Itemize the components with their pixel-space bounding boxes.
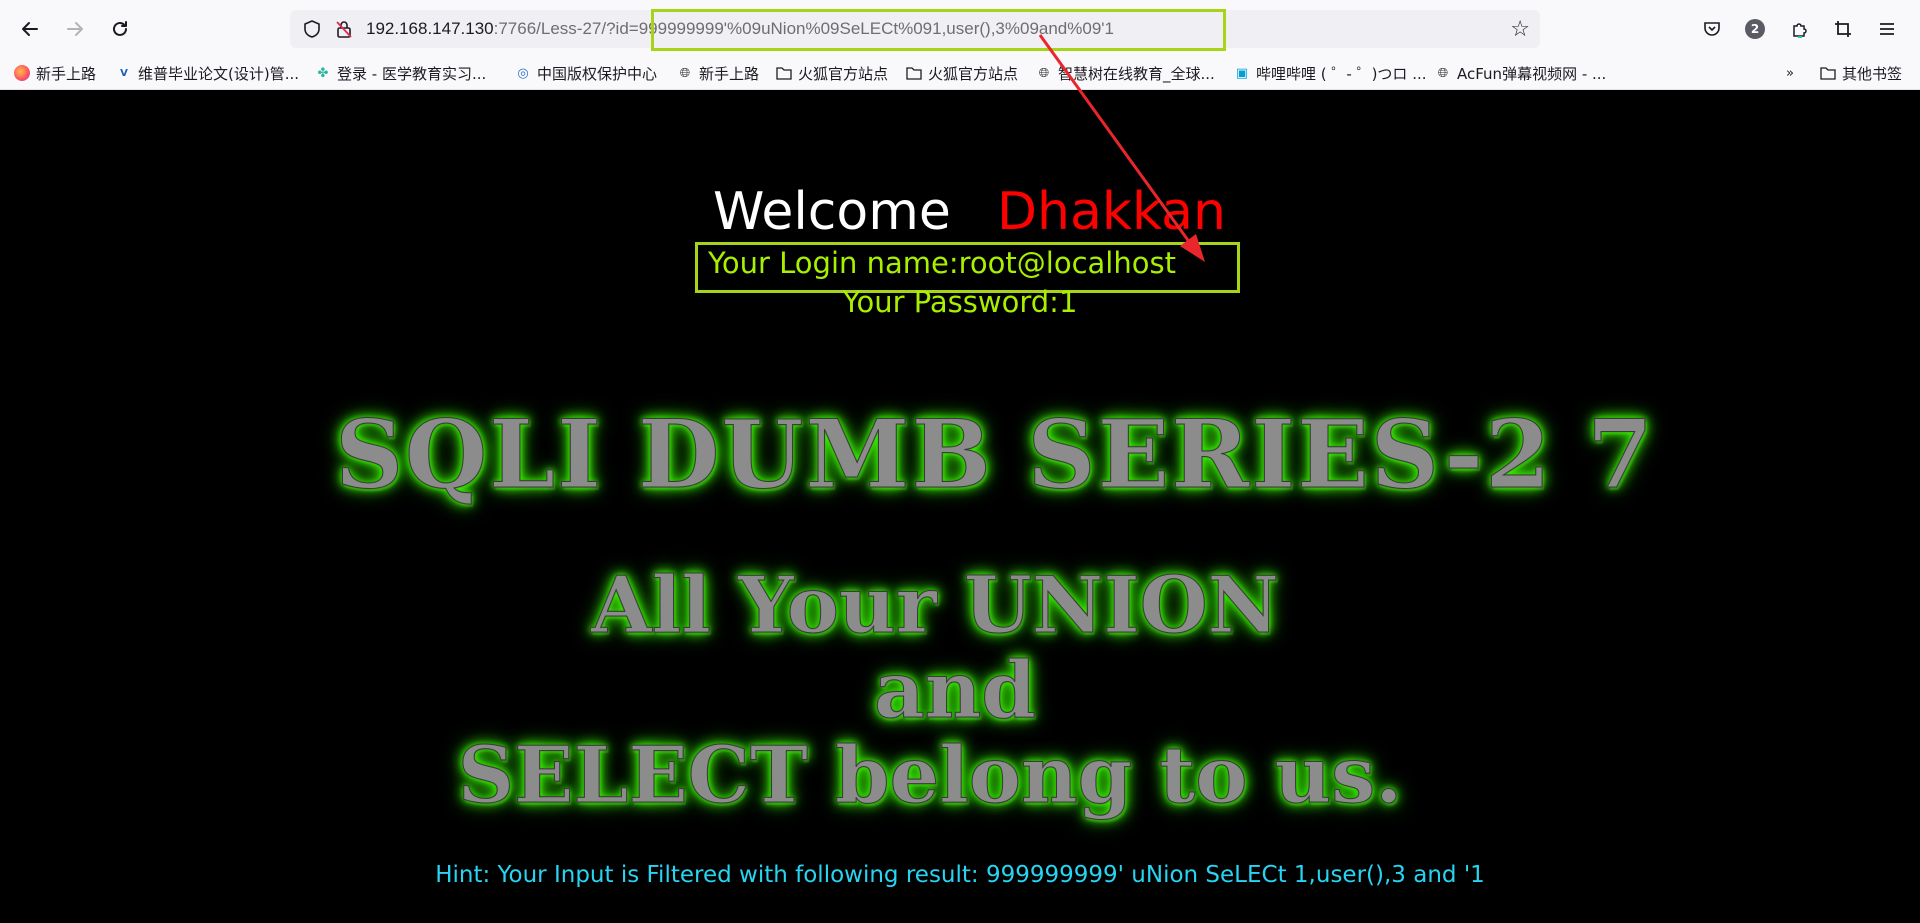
bookmark-item[interactable]: 新手上路: [14, 62, 96, 84]
bookmarks-overflow-button[interactable]: »: [1782, 62, 1804, 84]
bookmark-label: 登录 - 医学教育实习...: [337, 64, 487, 83]
page-content: Welcome Dhakkan Your Login name:root@loc…: [0, 90, 1920, 923]
globe-icon: 🌐︎: [679, 65, 691, 81]
series-title-banner: SQLI DUMB SERIES-2 7: [335, 400, 1655, 511]
bookmark-item[interactable]: 🌐︎ 智慧树在线教育_全球...: [1036, 62, 1215, 84]
bookmark-item[interactable]: ✤ 登录 - 医学教育实习...: [315, 62, 487, 84]
folder-icon: [1820, 65, 1836, 81]
globe-icon: 🌐︎: [1437, 65, 1449, 81]
notifications-button[interactable]: 2: [1740, 14, 1770, 44]
bookmark-item[interactable]: 🌐︎ AcFun弹幕视频网 - ...: [1435, 62, 1607, 84]
bookmark-label: 其他书签: [1842, 64, 1903, 83]
bookmark-star-icon[interactable]: ☆: [1510, 17, 1530, 42]
notification-count-badge: 2: [1745, 19, 1765, 39]
folder-icon: [776, 65, 792, 81]
screenshot-button[interactable]: [1828, 14, 1858, 44]
banner-line-2: and: [874, 645, 1037, 737]
bookmark-label: 维普毕业论文(设计)管...: [138, 64, 300, 83]
copyright-icon: ◎: [517, 65, 529, 81]
bookmark-item[interactable]: 火狐官方站点: [906, 62, 1018, 84]
bookmark-item[interactable]: 🌐︎ 新手上路: [677, 62, 759, 84]
filter-hint: Hint: Your Input is Filtered with follow…: [435, 862, 1485, 888]
crop-icon: [1835, 21, 1851, 37]
puzzle-icon: [1793, 23, 1807, 38]
welcome-username: Dhakkan: [997, 182, 1226, 242]
bookmark-label: 中国版权保护中心: [537, 64, 658, 83]
bookmark-item[interactable]: 火狐官方站点: [776, 62, 888, 84]
bookmark-label: 火狐官方站点: [928, 64, 1019, 83]
bookmark-label: 哔哩哔哩 ( ゜- ゜)つロ ...: [1256, 64, 1427, 83]
bookmark-label: AcFun弹幕视频网 - ...: [1457, 64, 1607, 83]
reload-icon: [113, 21, 127, 36]
extensions-button[interactable]: [1785, 14, 1815, 44]
back-button[interactable]: [15, 14, 45, 44]
reload-button[interactable]: [105, 14, 135, 44]
login-name-result: Your Login name:root@localhost: [708, 246, 1176, 280]
other-bookmarks-folder[interactable]: 其他书签: [1820, 62, 1902, 84]
bookmarks-toolbar: 新手上路 V 维普毕业论文(设计)管... ✤ 登录 - 医学教育实习... ◎ 中国…: [0, 58, 1920, 88]
firefox-icon: [14, 65, 30, 81]
vip-icon: V: [120, 67, 128, 79]
medical-icon: ✤: [317, 65, 329, 81]
hamburger-menu-icon: [1880, 23, 1894, 35]
forward-arrow-icon: [67, 22, 83, 36]
url-host: 192.168.147.130: [366, 19, 494, 38]
folder-icon: [906, 65, 922, 81]
bookmark-item[interactable]: V 维普毕业论文(设计)管...: [116, 62, 299, 84]
bookmark-label: 新手上路: [36, 64, 97, 83]
globe-icon: 🌐︎: [1038, 65, 1050, 81]
bilibili-icon: ▣: [1235, 65, 1249, 81]
welcome-text: Welcome: [713, 182, 951, 242]
insecure-lock-icon[interactable]: [334, 19, 354, 39]
bookmark-label: 火狐官方站点: [798, 64, 889, 83]
app-menu-button[interactable]: [1872, 14, 1902, 44]
chevron-double-right-icon: »: [1786, 65, 1794, 81]
banner-line-1: All Your UNION: [591, 560, 1280, 652]
banner-line-3: SELECT belong to us.: [457, 730, 1403, 822]
forward-button[interactable]: [60, 14, 90, 44]
bookmark-label: 新手上路: [699, 64, 760, 83]
password-result: Your Password:1: [842, 285, 1078, 319]
bookmark-item[interactable]: ◎ 中国版权保护中心: [515, 62, 657, 84]
pocket-icon: [1704, 22, 1720, 36]
pocket-button[interactable]: [1697, 14, 1727, 44]
back-arrow-icon: [22, 22, 38, 36]
bookmark-item[interactable]: ▣ 哔哩哔哩 ( ゜- ゜)つロ ...: [1234, 62, 1427, 84]
tracking-shield-icon[interactable]: [302, 19, 322, 39]
bookmark-label: 智慧树在线教育_全球...: [1058, 64, 1215, 83]
url-param-highlight-box: [651, 9, 1226, 51]
